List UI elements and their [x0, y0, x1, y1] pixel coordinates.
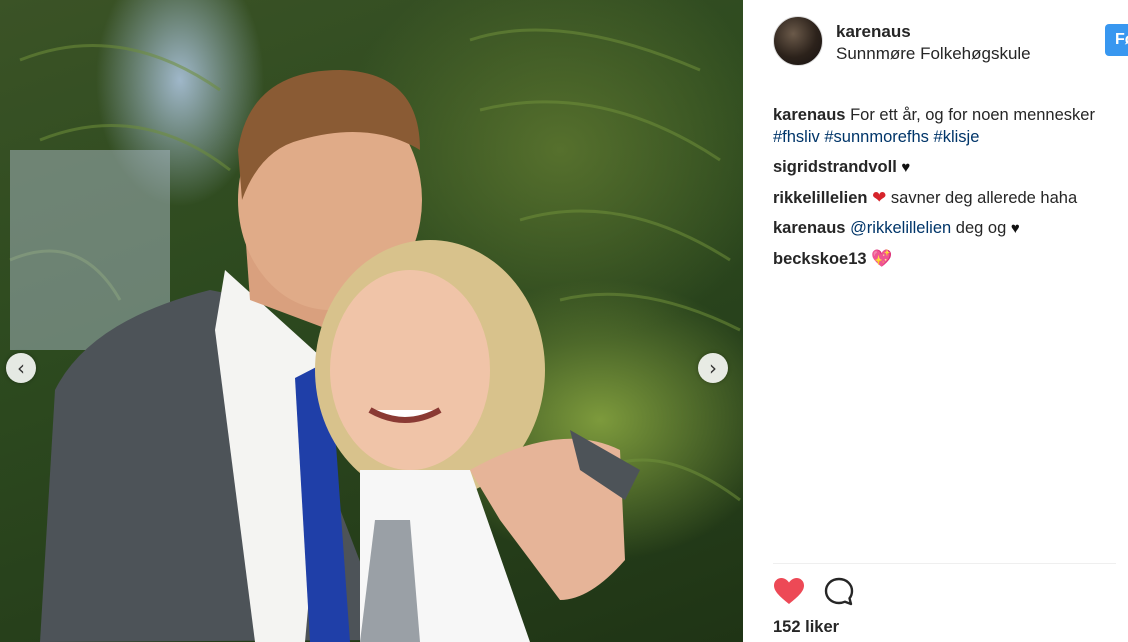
comment-bubble-icon[interactable] — [823, 576, 855, 608]
comment-item: sigridstrandvoll ♥ — [773, 156, 1118, 179]
likes-count[interactable]: 152 liker — [773, 618, 839, 637]
comments-list: karenaus For ett år, og for noen mennesk… — [773, 104, 1118, 278]
comment-item: karenaus @rikkelillelien deg og ♥ — [773, 217, 1118, 240]
comment-username[interactable]: rikkelillelien — [773, 189, 867, 207]
comment-username[interactable]: karenaus — [773, 106, 845, 124]
post-header: karenaus Sunnmøre Folkehøgskule Følg — [773, 14, 1128, 70]
caption: karenaus For ett år, og for noen mennesk… — [773, 104, 1118, 148]
chevron-left-icon: ‹ — [17, 356, 25, 380]
heart-icon[interactable] — [773, 576, 805, 608]
post-photo: ‹ › — [0, 0, 743, 642]
comment-username[interactable]: beckskoe13 — [773, 250, 867, 268]
black-heart-emoji: ♥ — [1010, 220, 1020, 237]
mention-link[interactable]: @rikkelillelien — [850, 219, 951, 237]
red-heart-emoji: ❤ — [872, 188, 887, 207]
chevron-right-icon: › — [709, 356, 717, 380]
photo-illustration — [9, 28, 741, 642]
hashtag-link[interactable]: #klisje — [934, 128, 980, 146]
hashtag-link[interactable]: #sunnmorefhs — [824, 128, 929, 146]
comment-username[interactable]: sigridstrandvoll — [773, 158, 897, 176]
comment-text: savner deg allerede haha — [890, 189, 1078, 207]
comment-username[interactable]: karenaus — [773, 219, 845, 237]
comment-text: deg og — [955, 219, 1007, 237]
previous-photo-button[interactable]: ‹ — [6, 353, 36, 383]
location-link[interactable]: Sunnmøre Folkehøgskule — [836, 44, 1031, 64]
username-link[interactable]: karenaus — [836, 22, 911, 42]
comment-item: rikkelillelien ❤ savner deg allerede hah… — [773, 187, 1118, 209]
hashtag-link[interactable]: #fhsliv — [773, 128, 820, 146]
sparkling-heart-emoji: 💖 — [871, 249, 893, 268]
next-photo-button[interactable]: › — [698, 353, 728, 383]
comment-text: For ett år, og for noen mennesker — [850, 106, 1095, 124]
black-heart-emoji: ♥ — [901, 159, 911, 176]
divider — [773, 563, 1116, 564]
avatar[interactable] — [773, 16, 823, 66]
post-details-panel: karenaus Sunnmøre Folkehøgskule Følg kar… — [743, 0, 1128, 642]
follow-button[interactable]: Følg — [1105, 24, 1128, 56]
comment-item: beckskoe13 💖 — [773, 248, 1118, 270]
